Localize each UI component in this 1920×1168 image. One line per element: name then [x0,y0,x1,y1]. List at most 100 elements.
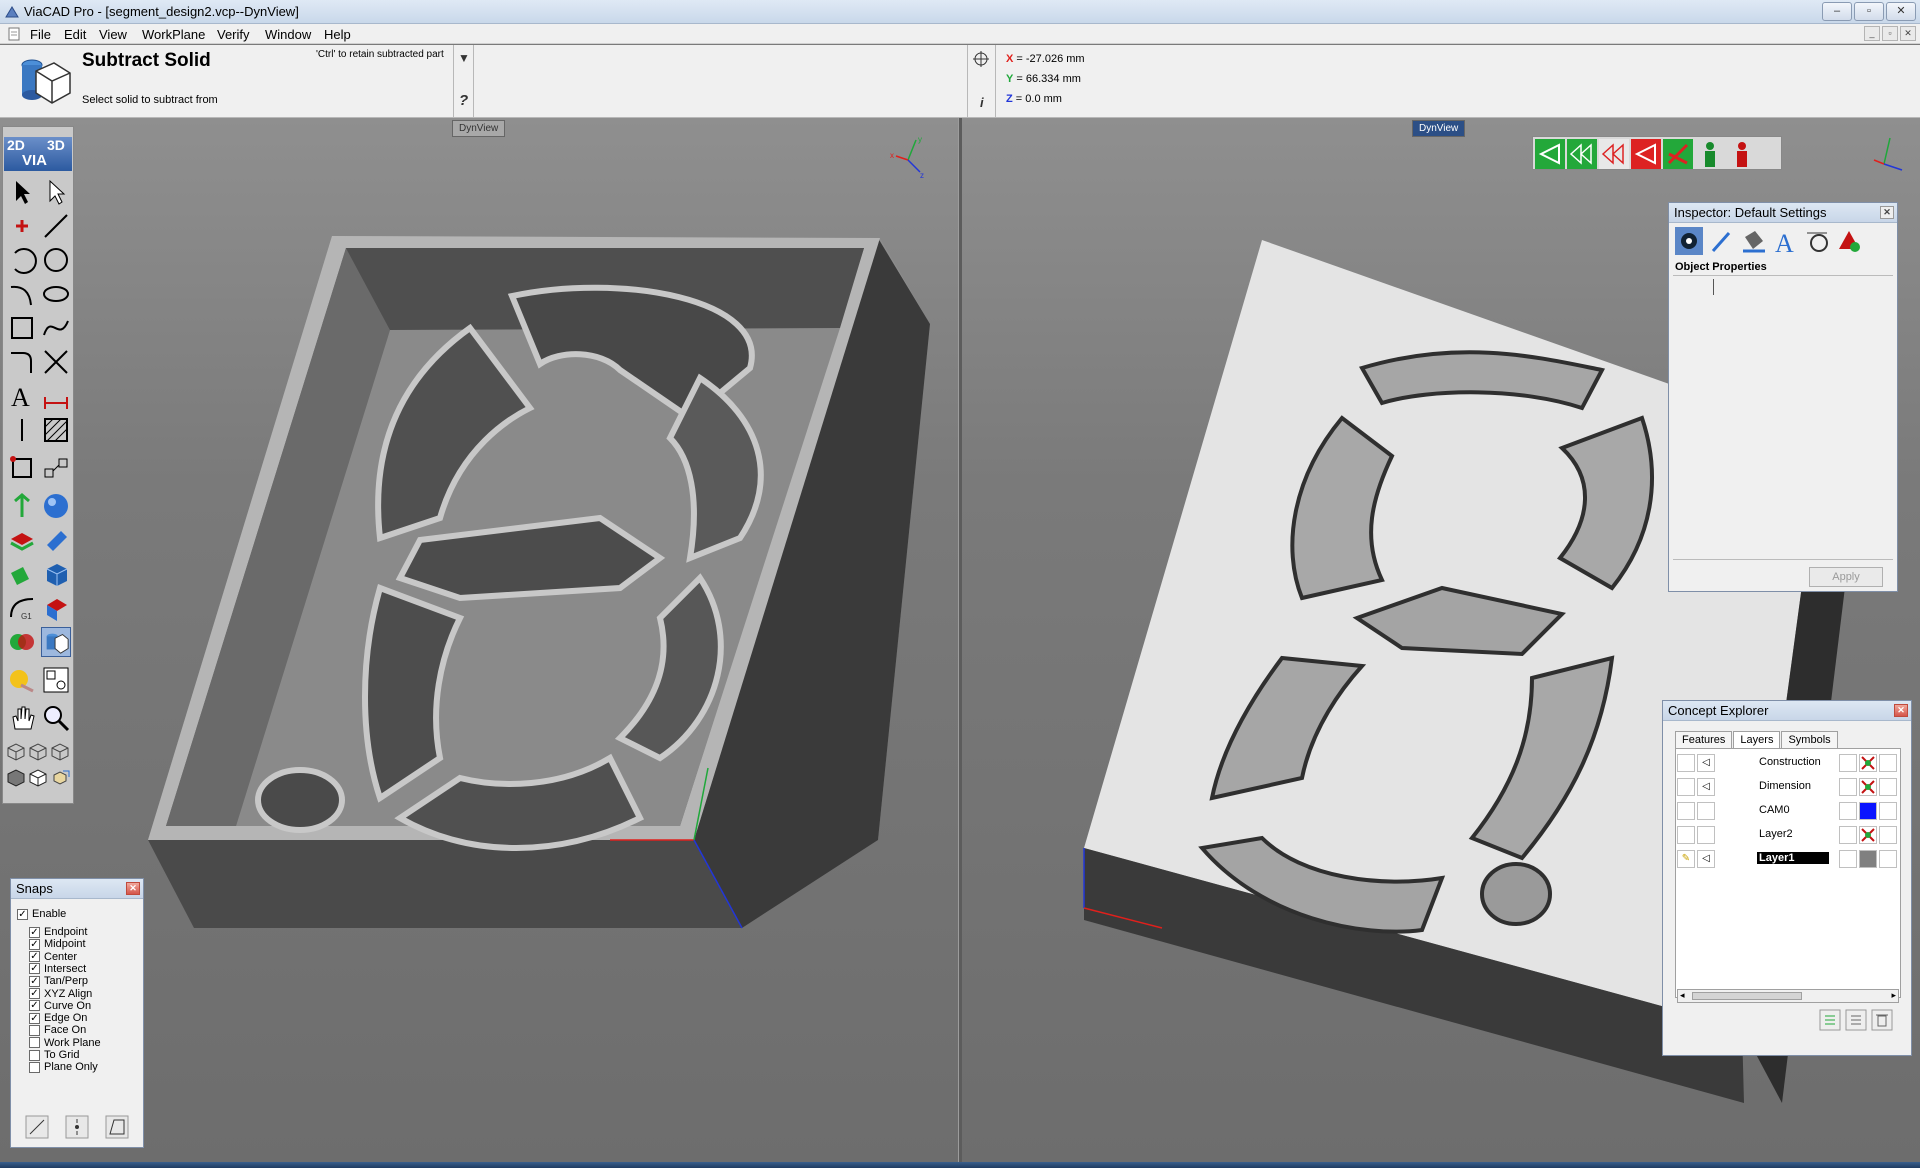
minimize-button[interactable]: – [1822,2,1852,21]
select-arrow-icon[interactable] [7,177,37,207]
wireframe-view-icon[interactable] [27,767,49,789]
shaded-view-icon[interactable] [5,767,27,789]
layer-select-icon[interactable]: ◁ [1697,778,1715,796]
dimension-icon[interactable] [41,381,71,411]
layer-row[interactable]: ◁ Dimension [1675,777,1903,799]
snap-checkbox[interactable] [29,1049,40,1061]
snap-checkbox[interactable]: ✓ [29,988,40,999]
render-material-icon[interactable] [7,665,37,695]
snap-checkbox[interactable] [29,1024,40,1036]
mdi-minimize-button[interactable]: _ [1864,26,1880,41]
hatch-icon[interactable] [41,415,71,445]
apply-button[interactable]: Apply [1809,567,1883,587]
paint-bucket-icon[interactable] [1739,227,1767,255]
document-icon[interactable] [8,27,20,41]
layer-color-swatch[interactable] [1859,778,1877,796]
tab-symbols[interactable]: Symbols [1781,731,1838,749]
tab-layers[interactable]: Layers [1733,731,1781,749]
layer-select-icon[interactable] [1697,826,1715,844]
crosshair-icon[interactable] [973,51,989,67]
mdi-restore-button[interactable]: ▫ [1882,26,1898,41]
zoom-magnifier-icon[interactable] [41,703,71,733]
layer-visibility-toggle[interactable] [1677,826,1695,844]
pan-hand-icon[interactable] [7,703,37,733]
layer-visibility-toggle[interactable] [1677,802,1695,820]
horizontal-scrollbar[interactable]: ◂ ▸ [1677,989,1899,1003]
cylinder-icon[interactable] [41,525,71,555]
boolean-icon[interactable] [7,559,37,589]
layer-print-toggle[interactable] [1879,754,1897,772]
layer-row[interactable]: ◁ Construction [1675,753,1903,775]
solid-primitive-icon[interactable] [41,593,71,623]
pen-icon[interactable] [1707,227,1735,255]
layer-row[interactable]: Layer2 [1675,825,1903,847]
delete-layer-icon[interactable] [1871,1009,1893,1031]
vertical-line-icon[interactable] [7,415,37,445]
layer-lock-toggle[interactable] [1839,802,1857,820]
menu-edit[interactable]: Edit [64,27,86,42]
snap-option-icon-3[interactable] [105,1115,129,1139]
array-icon[interactable] [41,453,71,483]
layer-properties-icon[interactable] [1845,1009,1867,1031]
blend-g1g2-icon[interactable]: G1 [7,593,37,623]
maximize-button[interactable]: ▫ [1854,2,1884,21]
extrude-icon[interactable] [7,491,37,521]
command-options-dropdown[interactable]: ▼ [458,51,470,65]
layer-name[interactable]: Layer1 [1757,852,1829,864]
arc-icon[interactable] [7,279,37,309]
concept-explorer-close-icon[interactable]: ✕ [1894,704,1908,717]
snaps-close-icon[interactable]: ✕ [126,882,140,895]
snap-checkbox[interactable]: ✓ [29,951,40,963]
layer-name[interactable]: Layer2 [1757,828,1795,840]
layout-views-icon[interactable] [41,665,71,695]
menu-workplane[interactable]: WorkPlane [142,27,205,42]
iso-view-icon[interactable] [49,767,71,789]
layer-name[interactable]: CAM0 [1757,804,1792,816]
layer-name[interactable]: Dimension [1757,780,1813,792]
snap-checkbox[interactable]: ✓ [29,975,40,987]
menu-help[interactable]: Help [324,27,351,42]
scroll-left-icon[interactable]: ◂ [1680,990,1685,1001]
shell-icon[interactable] [7,525,37,555]
render-style-icon[interactable] [1835,227,1863,255]
line-icon[interactable] [41,211,71,241]
snap-enable-row[interactable]: ✓ Enable [17,907,66,921]
inspector-close-icon[interactable]: ✕ [1880,206,1894,219]
layer-visibility-toggle[interactable] [1677,778,1695,796]
object-properties-icon[interactable] [1675,227,1703,255]
command-help-button[interactable]: ? [459,92,468,109]
layer-print-toggle[interactable] [1879,826,1897,844]
point-icon[interactable] [7,211,37,241]
menu-view[interactable]: View [99,27,127,42]
close-button[interactable]: ✕ [1886,2,1916,21]
layer-lock-toggle[interactable] [1839,778,1857,796]
select-arrow-hollow-icon[interactable] [41,177,71,207]
scroll-right-icon[interactable]: ▸ [1891,990,1896,1001]
circle-icon[interactable] [41,245,71,275]
view-side-icon[interactable] [49,741,71,763]
view-top-icon[interactable] [5,741,27,763]
layer-color-swatch[interactable] [1859,850,1877,868]
layer-select-icon[interactable] [1697,802,1715,820]
snap-checkbox[interactable]: ✓ [29,963,40,975]
transform-icon[interactable] [7,453,37,483]
info-icon[interactable]: i [980,95,984,110]
layer-color-swatch[interactable] [1859,826,1877,844]
snap-checkbox[interactable]: ✓ [29,1000,40,1012]
layer-lock-toggle[interactable] [1839,754,1857,772]
layer-select-icon[interactable]: ◁ [1697,850,1715,868]
layer-name[interactable]: Construction [1757,756,1823,768]
trim-icon[interactable] [41,347,71,377]
dimension-style-icon[interactable] [1803,227,1831,255]
snap-checkbox[interactable]: ✓ [29,938,40,950]
layer-row[interactable]: ✎ ◁ Layer1 [1675,849,1903,871]
subtract-solid-tool-icon[interactable] [41,627,71,657]
arc-3point-icon[interactable] [7,245,37,275]
mdi-close-button[interactable]: ✕ [1900,26,1916,41]
layer-print-toggle[interactable] [1879,802,1897,820]
sphere-icon[interactable] [41,491,71,521]
snap-row[interactable]: Plane Only [29,1060,98,1074]
menu-window[interactable]: Window [265,27,311,42]
layer-lock-toggle[interactable] [1839,826,1857,844]
snap-option-icon-2[interactable] [65,1115,89,1139]
